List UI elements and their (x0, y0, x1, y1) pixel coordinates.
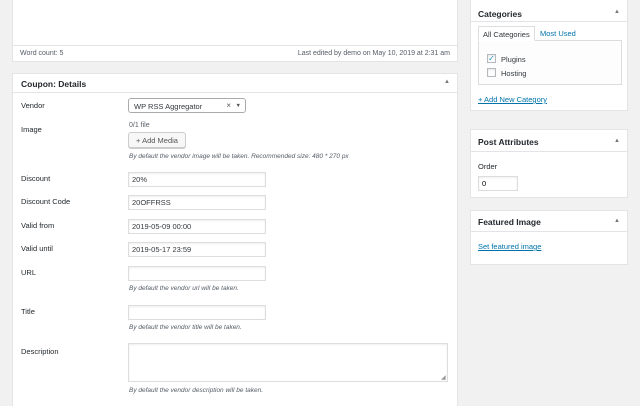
url-help-text: By default the vendor url will be taken. (129, 285, 239, 292)
category-item-plugins[interactable]: ✓ Plugins (487, 54, 607, 65)
set-featured-image-link[interactable]: Set featured image (478, 242, 541, 251)
description-help-text: By default the vendor description will b… (129, 387, 264, 394)
category-checklist: ✓ Plugins Hosting (478, 40, 622, 85)
caret-up-icon[interactable]: ▲ (444, 79, 450, 85)
featured-image-box: Featured Image ▲ Set featured image (470, 210, 628, 265)
add-media-button[interactable]: + Add Media (128, 132, 186, 148)
valid-from-input[interactable] (128, 219, 266, 234)
checkbox-icon[interactable] (487, 68, 496, 77)
description-textarea[interactable] (128, 343, 448, 382)
caret-up-icon[interactable]: ▲ (614, 218, 620, 224)
valid-from-label: Valid from (21, 221, 55, 230)
valid-until-input[interactable] (128, 242, 266, 257)
coupon-details-title: Coupon: Details (21, 79, 87, 89)
title-label: Title (21, 307, 35, 316)
image-label: Image (21, 125, 42, 134)
discount-input[interactable] (128, 172, 266, 187)
vendor-select[interactable]: WP RSS Aggregator × ▼ (128, 98, 246, 113)
url-label: URL (21, 268, 37, 277)
valid-until-label: Valid until (21, 244, 53, 253)
last-edited: Last edited by demo on May 10, 2019 at 2… (297, 50, 450, 57)
add-new-category-link[interactable]: + Add New Category (478, 95, 547, 104)
caret-up-icon[interactable]: ▲ (614, 9, 620, 15)
categories-header[interactable]: Categories ▲ (471, 0, 627, 22)
discount-code-input[interactable] (128, 195, 266, 210)
featured-image-header[interactable]: Featured Image ▲ (471, 211, 627, 232)
featured-image-title: Featured Image (478, 217, 541, 227)
image-file-count: 0/1 file (129, 122, 150, 129)
clear-selection-icon[interactable]: × (226, 101, 231, 110)
checkbox-checked-icon[interactable]: ✓ (487, 54, 496, 63)
coupon-details-box: Coupon: Details ▲ Vendor WP RSS Aggregat… (12, 73, 458, 406)
order-input[interactable] (478, 176, 518, 191)
tab-all-categories[interactable]: All Categories (478, 26, 535, 41)
word-count: Word count: 5 (20, 50, 64, 57)
category-label: Hosting (501, 69, 527, 78)
post-attributes-box: Post Attributes ▲ Order (470, 129, 628, 198)
description-label: Description (21, 347, 59, 356)
post-attributes-title: Post Attributes (478, 137, 539, 147)
category-tabs: All Categories Most Used (478, 26, 622, 41)
vendor-label: Vendor (21, 101, 45, 110)
discount-code-label: Discount Code (21, 197, 71, 206)
category-label: Plugins (501, 55, 526, 64)
resize-grip-icon[interactable]: ◢ (441, 374, 446, 381)
post-attributes-header[interactable]: Post Attributes ▲ (471, 130, 627, 152)
coupon-details-header[interactable]: Coupon: Details ▲ (13, 74, 457, 93)
title-help-text: By default the vendor title will be take… (129, 324, 242, 331)
caret-up-icon[interactable]: ▲ (614, 138, 620, 144)
categories-title: Categories (478, 9, 522, 19)
discount-label: Discount (21, 174, 51, 183)
editor-box: Word count: 5 Last edited by demo on May… (12, 0, 458, 62)
vendor-selected-value: WP RSS Aggregator (134, 102, 203, 111)
title-input[interactable] (128, 305, 266, 320)
tab-most-used[interactable]: Most Used (536, 26, 580, 41)
editor-status-bar: Word count: 5 Last edited by demo on May… (13, 45, 457, 61)
url-input[interactable] (128, 266, 266, 281)
categories-box: Categories ▲ All Categories Most Used ✓ … (470, 0, 628, 111)
category-item-hosting[interactable]: Hosting (487, 68, 607, 79)
image-help-text: By default the vendor image will be take… (129, 153, 349, 160)
order-label: Order (478, 162, 498, 171)
chevron-down-icon[interactable]: ▼ (236, 103, 241, 109)
